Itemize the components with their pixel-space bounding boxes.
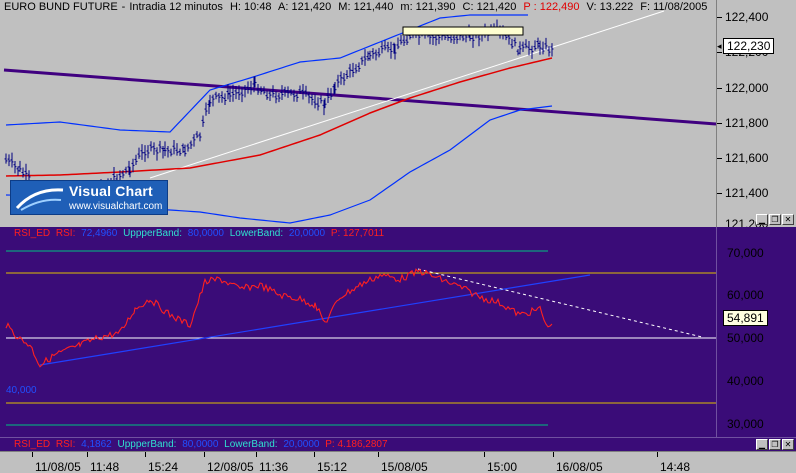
price-chart-panel[interactable]: EURO BUND FUTURE - Intradia 12 minutos H: … [0,0,796,231]
minimize-button[interactable]: ▁ [756,214,768,225]
time-label: 12/08/05 [207,460,254,473]
logo-swoosh-icon [15,188,64,211]
time-axis[interactable]: 11/08/05 11:48 15:24 12/08/05 11:36 15:1… [0,451,796,473]
rsi-plot-background [0,227,716,437]
ohlc-c: C: 121,420 [462,1,517,13]
price-window-buttons: ▁ ❐ ✕ [756,214,794,225]
time-tick [314,452,315,457]
rsi-header-item: LowerBand: [229,228,284,239]
instrument-name: EURO BUND FUTURE [4,1,118,13]
price-tick [717,123,722,124]
time-tick [484,452,485,457]
rsi-axis-label: 30,000 [727,417,764,431]
rsi-header-item: 72,4960 [81,228,118,239]
logo-title: Visual Chart [69,183,153,199]
price-axis-label: 122,400 [725,10,769,24]
time-tick [32,452,33,457]
close-button[interactable]: ✕ [782,214,794,225]
price-tick [717,193,722,194]
sub-window-buttons: ▁ ❐ ✕ [756,439,794,450]
rsi-axis-label: 60,000 [727,288,764,302]
highlight-box [402,26,524,36]
time-label: 15/08/05 [381,460,428,473]
rsi-panel[interactable]: RSI_ED RSI: 72,4960 UppperBand: 80,0000 … [0,227,796,437]
rsi-axis-label: 40,000 [727,374,764,388]
rsi-header-item: RSI: [55,228,76,239]
rsi-header-item: RSI_ED [14,228,51,239]
price-tick [717,17,722,18]
price-axis-label: 121,400 [725,186,769,200]
rsi-axis[interactable]: 70,000 60,000 50,000 40,000 30,000 54,89… [716,227,796,437]
restore-button[interactable]: ❐ [769,439,781,450]
time-label: 15:24 [148,460,179,473]
time-label: 11:36 [259,460,289,473]
ohlc-v: V: 13.222 [586,1,634,13]
rsi-header-item: UppperBand: [123,228,183,239]
price-axis-label: 121,600 [725,151,769,165]
interval-label: Intradia 12 minutos [129,1,223,13]
price-axis[interactable]: 122,400 122,200 122,000 121,800 121,600 … [716,0,796,231]
second-indicator-header: RSI_ED RSI: 4,1862 UppperBand: 80,0000 L… [0,438,391,452]
restore-button[interactable]: ❐ [769,214,781,225]
rsi-axis-label: 50,000 [727,331,764,345]
sub-header-item: RSI_ED [14,439,51,450]
current-rsi-tag: 54,891 [723,310,768,326]
rsi-header-item: 80,0000 [187,228,224,239]
price-marker-icon: ◂ [717,41,722,51]
time-tick [378,452,379,457]
ohlc-h: H: 10:48 [229,1,272,13]
rsi-side-note: 40,000 [6,385,37,396]
time-label: 15:12 [317,460,348,473]
ohlc-p: P : 122,490 [523,1,580,13]
time-label: 11:48 [90,460,120,473]
sub-header-item: 80,0000 [182,439,219,450]
time-label: 11/08/05 [35,460,81,473]
price-tick [717,88,722,89]
ohlc-m: M: 121,440 [338,1,394,13]
rsi-axis-label: 70,000 [727,246,764,260]
price-tick [717,158,722,159]
time-tick [553,452,554,457]
price-axis-label: 122,000 [725,81,769,95]
price-axis-label: 121,800 [725,116,769,130]
sub-header-item: P: 4.186,2807 [325,439,388,450]
time-tick [145,452,146,457]
time-label: 14:48 [660,460,691,473]
visual-chart-logo: Visual Chart www.visualchart.com [10,180,168,215]
logo-url: www.visualchart.com [69,201,163,212]
sub-header-item: 20,0000 [283,439,320,450]
time-tick [87,452,88,457]
time-label: 16/08/05 [556,460,603,473]
ohlc-a: A: 121,420 [278,1,332,13]
current-price-tag: 122,230 [723,38,775,54]
chart-title-bar: EURO BUND FUTURE - Intradia 12 minutos H: … [4,1,708,13]
sub-header-item: LowerBand: [224,439,278,450]
rsi-header-item: P: 127,7011 [330,228,385,239]
rsi-header-item: 20,0000 [288,228,326,239]
ohlc-low: m: 121,390 [400,1,456,13]
second-indicator-panel[interactable]: RSI_ED RSI: 4,1862 UppperBand: 80,0000 L… [0,437,796,451]
time-tick [256,452,257,457]
time-label: 15:00 [487,460,518,473]
sub-header-item: RSI: [55,439,76,450]
sub-header-item: UppperBand: [117,439,177,450]
sub-header-item: 4,1862 [81,439,112,450]
rsi-header: RSI_ED RSI: 72,4960 UppperBand: 80,0000 … [0,227,387,241]
time-tick [204,452,205,457]
ohlc-f: F: 11/08/2005 [640,1,708,13]
rsi-plot[interactable] [0,227,716,437]
price-tick [717,52,722,53]
minimize-button[interactable]: ▁ [756,439,768,450]
close-button[interactable]: ✕ [782,439,794,450]
time-tick [657,452,658,457]
